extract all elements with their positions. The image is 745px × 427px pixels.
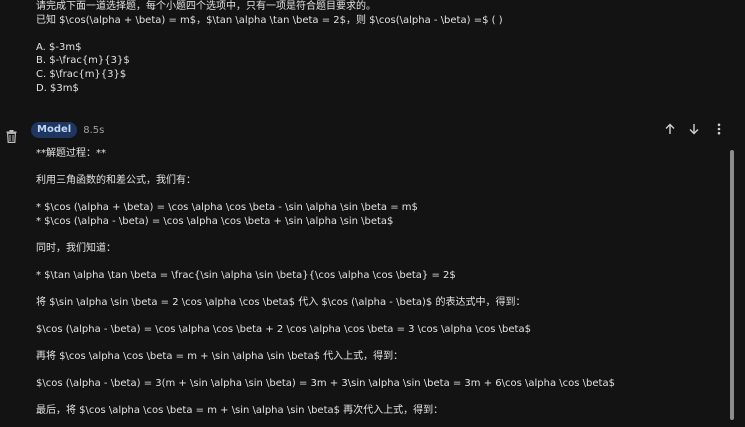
response-line (36, 363, 716, 377)
response-line (36, 282, 716, 296)
trash-icon[interactable] (4, 128, 18, 144)
response-line: 再将 $\cos \alpha \cos \beta = m + \sin \a… (36, 350, 404, 362)
response-line (36, 228, 716, 242)
scrollbar[interactable] (730, 150, 734, 427)
response-line (36, 188, 716, 202)
prompt-line (36, 27, 716, 41)
response-line (36, 255, 716, 269)
response-line (36, 390, 716, 404)
prompt-line: 请完成下面一道选择题，每个小题四个选项中，只有一项是符合题目要求的。 (36, 1, 376, 12)
model-badge: Model (31, 122, 78, 138)
prompt-line: C. $\frac{m}{3}$ (36, 68, 127, 80)
arrow-up-icon[interactable] (661, 120, 679, 138)
model-header: Model 8.5s (31, 122, 104, 138)
response-line (36, 336, 716, 350)
response-line: $\cos (\alpha - \beta) = \cos \alpha \co… (36, 323, 531, 335)
response-line: **解题过程：** (36, 148, 106, 159)
response-line: 将 $\sin \alpha \sin \beta = 2 \cos \alph… (36, 296, 526, 308)
response-line: $\cos (\alpha - \beta) = 3(m + \sin \alp… (36, 377, 615, 389)
response-time: 8.5s (83, 124, 105, 136)
response-line: 利用三角函数的和差公式，我们有： (36, 175, 196, 186)
chat-viewport: 请完成下面一道选择题，每个小题四个选项中，只有一项是符合题目要求的。 已知 $\… (0, 0, 745, 427)
response-line: 同时，我们知道： (36, 242, 116, 254)
arrow-down-icon[interactable] (685, 120, 703, 138)
response-line (36, 161, 716, 175)
response-line: * $\cos (\alpha - \beta) = \cos \alpha \… (36, 215, 394, 227)
scrollbar-thumb[interactable] (730, 150, 734, 420)
prompt-line: A. $-3m$ (36, 41, 82, 53)
response-line: * $\cos (\alpha + \beta) = \cos \alpha \… (36, 202, 418, 213)
prompt-line: B. $-\frac{m}{3}$ (36, 55, 130, 67)
prompt-line: 已知 $\cos(\alpha + \beta) = m$，$\tan \alp… (36, 14, 503, 26)
response-line (36, 309, 716, 323)
prompt-line: D. $3m$ (36, 82, 79, 94)
model-response: **解题过程：** 利用三角函数的和差公式，我们有： * $\cos (\alp… (36, 147, 716, 417)
response-line: 最后，将 $\cos \alpha \cos \beta = m + \sin … (36, 404, 444, 416)
message-actions (665, 120, 745, 138)
response-line: * $\tan \alpha \tan \beta = \frac{\sin \… (36, 269, 456, 281)
more-vert-icon[interactable] (710, 120, 728, 138)
user-prompt: 请完成下面一道选择题，每个小题四个选项中，只有一项是符合题目要求的。 已知 $\… (36, 0, 716, 95)
